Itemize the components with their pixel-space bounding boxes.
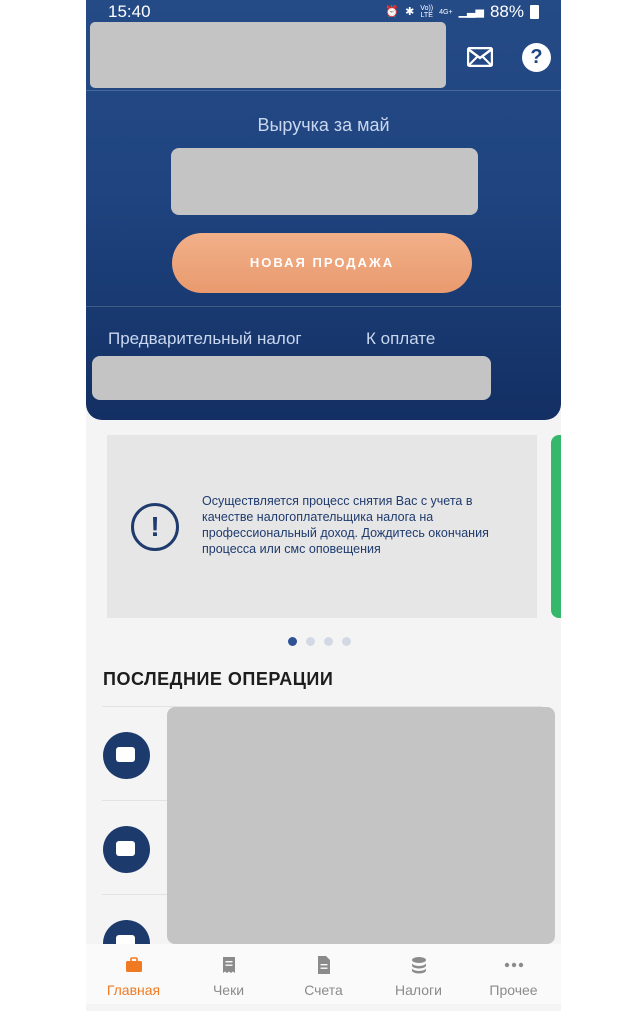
carousel-dot[interactable] bbox=[342, 637, 351, 646]
nav-home[interactable]: Главная bbox=[86, 944, 181, 1004]
operations-redacted bbox=[167, 707, 555, 944]
alarm-icon: ⏰ bbox=[385, 6, 400, 18]
recent-operations-title: ПОСЛЕДНИЕ ОПЕРАЦИИ bbox=[103, 669, 334, 689]
nav-receipts[interactable]: Чеки bbox=[181, 944, 276, 1004]
nav-label: Счета bbox=[304, 982, 343, 998]
revenue-label: Выручка за май bbox=[257, 115, 390, 135]
nav-label: Главная bbox=[106, 982, 161, 998]
bluetooth-icon: ✱ bbox=[405, 6, 415, 18]
nav-more[interactable]: Прочее bbox=[466, 944, 561, 1004]
nav-taxes[interactable]: Налоги bbox=[371, 944, 466, 1004]
app-screen: 15:40 ⏰ ✱ Vo)) LTE 4G+ ▁▃▅ 88% ? Выручка … bbox=[86, 0, 561, 1011]
network-type-icon: 4G+ bbox=[439, 8, 453, 16]
carousel-dots bbox=[288, 637, 351, 646]
status-icons: ⏰ ✱ Vo)) LTE 4G+ ▁▃▅ 88% bbox=[385, 2, 539, 22]
new-sale-button[interactable]: НОВАЯ ПРОДАЖА bbox=[172, 233, 472, 293]
nav-label: Налоги bbox=[395, 982, 442, 998]
wallet-icon bbox=[103, 826, 150, 873]
prelim-tax-label: Предварительный налог bbox=[108, 329, 302, 348]
divider bbox=[86, 306, 561, 307]
to-pay-label: К оплате bbox=[366, 329, 436, 348]
document-icon bbox=[317, 956, 330, 974]
carousel-dot[interactable] bbox=[288, 637, 297, 646]
divider bbox=[86, 90, 561, 91]
bottom-nav: Главная Чеки Счета Налоги Прочее bbox=[86, 944, 561, 1004]
battery-icon bbox=[530, 5, 539, 19]
wallet-icon bbox=[103, 732, 150, 779]
carousel-dot[interactable] bbox=[324, 637, 333, 646]
nav-label: Прочее bbox=[489, 982, 538, 998]
signal-icon: ▁▃▅ bbox=[458, 6, 484, 18]
coins-icon bbox=[411, 957, 426, 974]
help-icon[interactable]: ? bbox=[522, 43, 551, 72]
nav-label: Чеки bbox=[212, 982, 245, 998]
nav-invoices[interactable]: Счета bbox=[276, 944, 371, 1004]
volte-icon: Vo)) LTE bbox=[420, 5, 434, 19]
info-banner[interactable]: ! Осуществляется процесс снятия Вас с уч… bbox=[107, 435, 537, 618]
exclamation-icon: ! bbox=[131, 503, 179, 551]
battery-level: 88% bbox=[489, 2, 524, 21]
briefcase-icon bbox=[125, 957, 142, 972]
mail-icon[interactable] bbox=[467, 47, 493, 67]
receipt-icon bbox=[222, 957, 235, 973]
carousel-dot[interactable] bbox=[306, 637, 315, 646]
next-banner-card[interactable] bbox=[551, 435, 561, 618]
header-panel: 15:40 ⏰ ✱ Vo)) LTE 4G+ ▁▃▅ 88% ? Выручка … bbox=[86, 0, 561, 420]
tax-values-redacted bbox=[92, 356, 491, 400]
status-time: 15:40 bbox=[108, 2, 151, 21]
status-bar: 15:40 ⏰ ✱ Vo)) LTE 4G+ ▁▃▅ 88% bbox=[86, 0, 561, 24]
revenue-value-redacted bbox=[171, 148, 478, 215]
profile-area-redacted[interactable] bbox=[90, 22, 446, 88]
more-dots-icon bbox=[504, 962, 523, 968]
banner-message: Осуществляется процесс снятия Вас с учет… bbox=[202, 494, 489, 556]
